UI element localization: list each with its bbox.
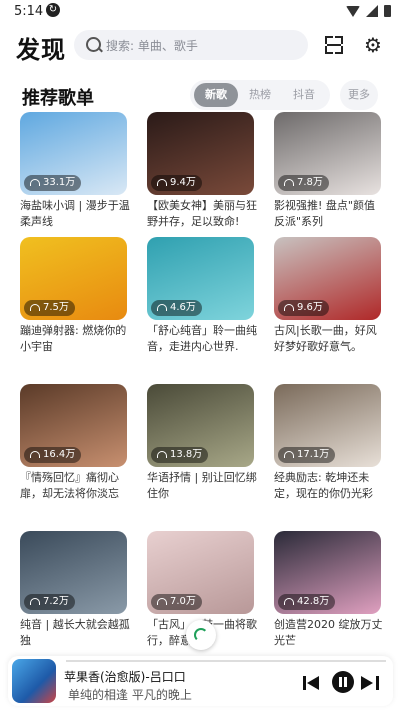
previous-button[interactable] — [303, 674, 321, 692]
status-indicators — [346, 5, 391, 17]
headphones-icon — [157, 450, 167, 458]
play-count-badge: 7.0万 — [151, 594, 202, 610]
playlist-title: 经典励志: 乾坤还未定，现在的你仍光彩 — [274, 471, 373, 500]
playlist-cover[interactable]: 7.0万 — [147, 531, 254, 614]
playlist-cover[interactable]: 42.8万 — [274, 531, 381, 614]
play-count: 7.2万 — [43, 596, 69, 607]
playlist-title: 影视强推! 盘点"颜值反派"系列 — [274, 199, 375, 228]
play-count-badge: 9.4万 — [151, 175, 202, 191]
play-count: 9.4万 — [170, 177, 196, 188]
headphones-icon — [30, 303, 40, 311]
play-count-badge: 9.6万 — [278, 300, 329, 316]
section-title: 推荐歌单 — [22, 88, 94, 109]
play-count-badge: 7.5万 — [24, 300, 75, 316]
headphones-icon — [30, 178, 40, 186]
playlist-cover[interactable]: 4.6万 — [147, 237, 254, 320]
play-count: 16.4万 — [43, 449, 76, 460]
playlist-title: 古风|长歌一曲，好风好梦好歌好意气。 — [274, 324, 377, 353]
playlist-title: 「舒心纯音」聆一曲纯音，走进内心世界. — [147, 324, 257, 353]
play-count: 42.8万 — [297, 596, 330, 607]
playlist-title: 海盐味小调 | 漫步于温柔声线 — [20, 199, 130, 228]
playlist-cover[interactable]: 7.2万 — [20, 531, 127, 614]
playlist-cover[interactable]: 16.4万 — [20, 384, 127, 467]
spinner-icon — [194, 628, 208, 642]
loading-indicator — [186, 620, 216, 650]
headphones-icon — [157, 303, 167, 311]
next-button[interactable] — [361, 674, 379, 692]
player-album-cover[interactable] — [12, 659, 56, 703]
playlist-cover[interactable]: 9.6万 — [274, 237, 381, 320]
play-count: 9.6万 — [297, 302, 323, 313]
headphones-icon — [284, 597, 294, 605]
playlist-title: 蹦迪弹射器: 燃烧你的小宇宙 — [20, 324, 127, 353]
next-icon — [361, 676, 373, 690]
status-bar: 5:14 ↻ — [0, 0, 401, 24]
page-title: 发现 — [16, 36, 66, 64]
play-count-badge: 7.8万 — [278, 175, 329, 191]
headphones-icon — [157, 178, 167, 186]
pause-button[interactable] — [332, 671, 354, 693]
play-count-badge: 13.8万 — [151, 447, 209, 463]
playlist-cover[interactable]: 17.1万 — [274, 384, 381, 467]
battery-icon — [384, 5, 391, 17]
more-button[interactable]: 更多 — [340, 80, 378, 110]
headphones-icon — [284, 303, 294, 311]
progress-bar[interactable] — [66, 660, 386, 662]
search-placeholder: 搜索: 单曲、歌手 — [106, 39, 198, 53]
play-count-badge: 16.4万 — [24, 447, 82, 463]
play-count-badge: 33.1万 — [24, 175, 82, 191]
play-count-badge: 4.6万 — [151, 300, 202, 316]
playlist-title: 创造营2020 绽放万丈光芒 — [274, 618, 383, 647]
headphones-icon — [284, 178, 294, 186]
tab-hot-chart[interactable]: 热榜 — [238, 83, 282, 107]
headphones-icon — [157, 597, 167, 605]
scan-icon[interactable] — [325, 36, 343, 54]
tab-new-songs[interactable]: 新歌 — [194, 83, 238, 107]
tab-bar: 新歌 热榜 抖音 — [190, 80, 330, 110]
wifi-icon — [346, 5, 360, 17]
play-count: 7.0万 — [170, 596, 196, 607]
gear-icon[interactable]: ⚙ — [363, 35, 383, 55]
sync-icon: ↻ — [46, 3, 60, 17]
previous-icon — [307, 676, 319, 690]
playlist-cover[interactable]: 9.4万 — [147, 112, 254, 195]
playlist-title: 华语抒情 | 别让回忆绑住你 — [147, 471, 257, 500]
player-lyric-line: 单纯的相逢 平凡的晚上 — [68, 688, 192, 702]
play-count: 33.1万 — [43, 177, 76, 188]
headphones-icon — [30, 450, 40, 458]
play-count: 17.1万 — [297, 449, 330, 460]
play-count-badge: 17.1万 — [278, 447, 336, 463]
play-count: 13.8万 — [170, 449, 203, 460]
play-count-badge: 7.2万 — [24, 594, 75, 610]
headphones-icon — [284, 450, 294, 458]
header: 发现 搜索: 单曲、歌手 ⚙ — [0, 26, 401, 66]
playlist-cover[interactable]: 33.1万 — [20, 112, 127, 195]
playlist-title: 【欧美女神】美丽与狂野并存，足以致命! — [147, 199, 257, 228]
headphones-icon — [30, 597, 40, 605]
play-count: 7.8万 — [297, 177, 323, 188]
playlist-title: 纯音 | 越长大就会越孤独 — [20, 618, 130, 647]
signal-icon — [366, 5, 378, 17]
play-count-badge: 42.8万 — [278, 594, 336, 610]
playlist-cover[interactable]: 7.5万 — [20, 237, 127, 320]
play-count: 4.6万 — [170, 302, 196, 313]
search-input[interactable]: 搜索: 单曲、歌手 — [74, 30, 308, 60]
status-time: 5:14 — [14, 4, 44, 19]
play-count: 7.5万 — [43, 302, 69, 313]
mini-player[interactable]: 苹果香(治愈版)-吕口口 单纯的相逢 平凡的晚上 — [8, 656, 393, 706]
recommended-playlists-header: 推荐歌单 新歌 热榜 抖音 更多 — [0, 80, 401, 112]
tab-douyin[interactable]: 抖音 — [282, 83, 326, 107]
search-icon — [86, 37, 101, 52]
playlist-cover[interactable]: 7.8万 — [274, 112, 381, 195]
playlist-title: 『情殇回忆』痛彻心扉，却无法将你淡忘 — [20, 471, 119, 500]
player-song-title: 苹果香(治愈版)-吕口口 — [64, 670, 186, 684]
playlist-cover[interactable]: 13.8万 — [147, 384, 254, 467]
